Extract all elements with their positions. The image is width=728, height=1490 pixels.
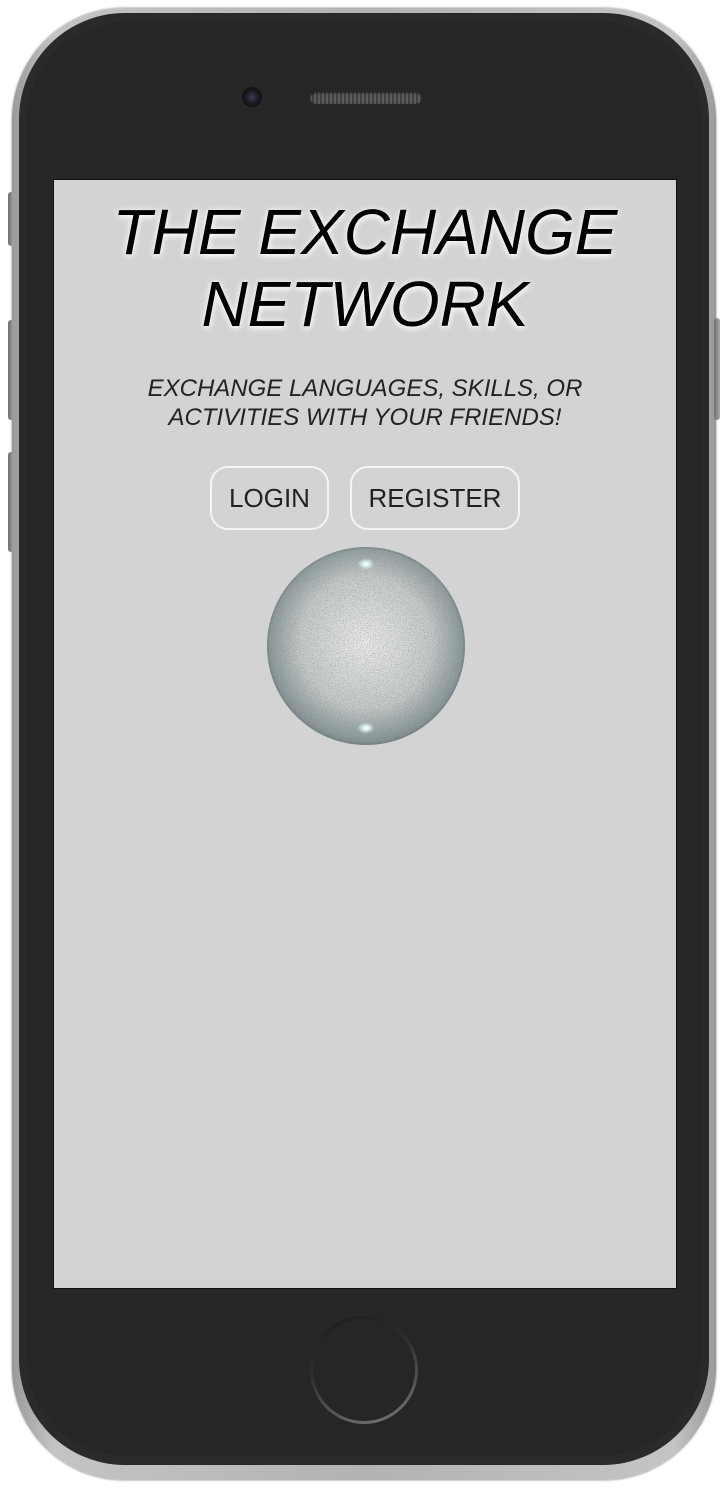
tagline-line-2: ACTIVITIES WITH YOUR FRIENDS! <box>168 404 562 431</box>
tagline-line-1: EXCHANGE LANGUAGES, SKILLS, OR <box>147 375 583 402</box>
title-line-2: NETWORK <box>201 268 529 340</box>
volume-down-button <box>8 452 14 552</box>
earpiece-speaker-icon <box>310 92 422 104</box>
mute-switch <box>8 192 14 246</box>
page-title: THE EXCHANGE NETWORK <box>54 196 676 340</box>
register-button[interactable]: REGISTER <box>350 466 520 530</box>
power-button <box>714 318 720 420</box>
login-button[interactable]: LOGIN <box>210 466 329 530</box>
home-button-icon[interactable] <box>310 1316 418 1424</box>
app-screen: THE EXCHANGE NETWORK EXCHANGE LANGUAGES,… <box>53 179 677 1289</box>
sparkle-orb-icon <box>267 547 465 745</box>
front-camera-icon <box>242 87 262 107</box>
volume-up-button <box>8 320 14 420</box>
tagline: EXCHANGE LANGUAGES, SKILLS, OR ACTIVITIE… <box>105 374 625 432</box>
title-line-1: THE EXCHANGE <box>112 196 618 268</box>
auth-actions: LOGIN REGISTER <box>54 466 676 530</box>
